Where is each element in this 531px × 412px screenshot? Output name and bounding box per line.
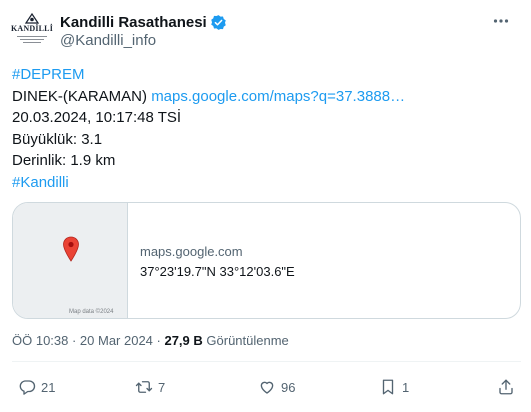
reply-button[interactable]: 21 xyxy=(18,370,55,404)
views-count: 27,9 B xyxy=(164,333,203,348)
share-button[interactable] xyxy=(497,370,515,404)
bookmark-count: 1 xyxy=(402,379,410,395)
verified-badge-icon[interactable] xyxy=(210,14,227,31)
tweet-meta: ÖÖ 10:38 · 20 Mar 2024 · 27,9 B Görüntül… xyxy=(12,333,289,348)
share-icon xyxy=(499,379,513,395)
link-card[interactable]: Map data ©2024 maps.google.com 37°23'19.… xyxy=(12,202,521,319)
magnitude-text: Büyüklük: 3.1 xyxy=(12,130,103,148)
name-row: Kandilli Rasathanesi xyxy=(60,12,227,32)
retweet-button[interactable]: 7 xyxy=(135,370,165,404)
reply-icon xyxy=(19,380,36,395)
bookmark-icon xyxy=(382,379,394,395)
hashtag-kandilli[interactable]: #Kandilli xyxy=(12,174,69,191)
display-name[interactable]: Kandilli Rasathanesi xyxy=(60,14,207,31)
avatar[interactable]: KANDİLLİ xyxy=(10,12,54,52)
datetime-text: 20.03.2024, 10:17:48 TSİ xyxy=(12,109,182,126)
tweet-timestamp[interactable]: ÖÖ 10:38 · 20 Mar 2024 · xyxy=(12,333,164,348)
action-bar: 21 7 96 1 xyxy=(12,370,521,404)
tweet[interactable]: KANDİLLİ Kandilli Rasathanesi @Kandilli_… xyxy=(0,0,531,412)
heart-icon xyxy=(260,381,274,394)
map-attribution: Map data ©2024 xyxy=(69,309,114,315)
map-pin-icon xyxy=(63,236,79,262)
hashtag-deprem[interactable]: #DEPREM xyxy=(12,66,85,83)
location-text: DINEK-(KARAMAN) xyxy=(12,87,148,105)
more-options-icon[interactable] xyxy=(488,10,514,32)
divider xyxy=(12,361,521,362)
avatar-logo-lines xyxy=(17,34,47,43)
reply-count: 21 xyxy=(41,379,56,395)
maps-link[interactable]: maps.google.com/maps?q=37.3888… xyxy=(151,88,405,105)
retweet-icon xyxy=(135,381,153,393)
views-label: Görüntülenme xyxy=(202,333,289,348)
card-info: maps.google.com 37°23'19.7"N 33°12'03.6"… xyxy=(128,203,295,318)
bookmark-button[interactable]: 1 xyxy=(379,370,409,404)
like-count: 96 xyxy=(281,379,296,395)
tweet-text: #DEPREM DINEK-(KARAMAN) maps.google.com/… xyxy=(12,64,522,193)
depth-text: Derinlik: 1.9 km xyxy=(12,152,116,169)
observatory-emblem-icon xyxy=(25,12,39,24)
like-button[interactable]: 96 xyxy=(258,370,295,404)
map-thumbnail: Map data ©2024 xyxy=(13,203,128,318)
card-coordinates: 37°23'19.7"N 33°12'03.6"E xyxy=(140,264,295,279)
handle[interactable]: @Kandilli_info xyxy=(60,32,156,49)
card-domain: maps.google.com xyxy=(140,244,243,259)
retweet-count: 7 xyxy=(158,379,166,395)
avatar-logo-text: KANDİLLİ xyxy=(10,24,54,33)
